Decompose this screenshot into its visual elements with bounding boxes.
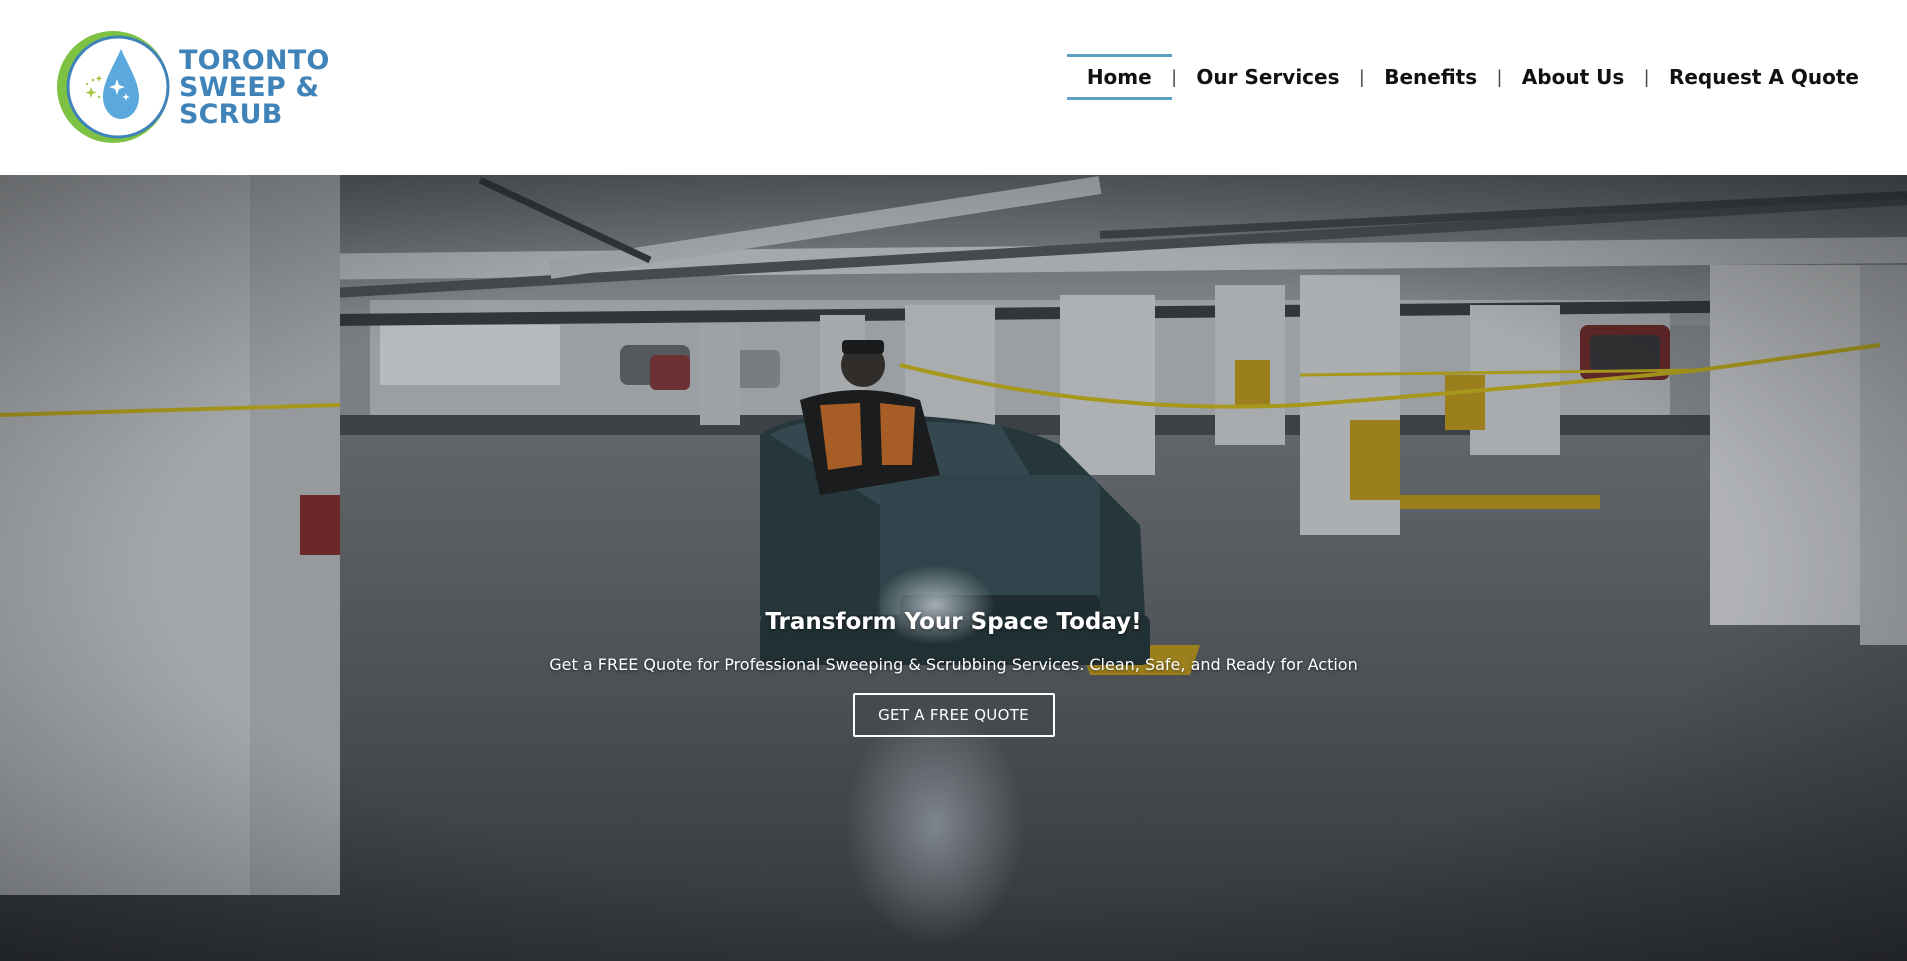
hero-subtitle: Get a FREE Quote for Professional Sweepi…	[549, 655, 1358, 674]
nav-item-our-services[interactable]: Our Services	[1176, 54, 1359, 100]
get-free-quote-button[interactable]: GET A FREE QUOTE	[852, 693, 1055, 737]
site-logo[interactable]: TORONTO SWEEP & SCRUB	[53, 27, 329, 147]
brand-name-line: SWEEP &	[179, 71, 320, 103]
hero-section: Transform Your Space Today! Get a FREE Q…	[0, 175, 1907, 961]
brand-name-line: SCRUB	[179, 98, 283, 130]
nav-item-about-us[interactable]: About Us	[1502, 54, 1644, 100]
site-header: TORONTO SWEEP & SCRUB Home | Our Service…	[0, 0, 1907, 175]
brand-name: TORONTO SWEEP & SCRUB	[179, 47, 329, 128]
hero-title: Transform Your Space Today!	[765, 609, 1142, 635]
nav-item-benefits[interactable]: Benefits	[1364, 54, 1497, 100]
nav-item-request-a-quote[interactable]: Request A Quote	[1649, 54, 1879, 100]
nav-item-home[interactable]: Home	[1066, 54, 1172, 100]
brand-name-line: TORONTO	[179, 44, 330, 76]
hero-overlay	[0, 175, 1907, 961]
main-nav: Home | Our Services | Benefits | About U…	[1066, 54, 1879, 100]
hero-content: Transform Your Space Today! Get a FREE Q…	[0, 605, 1907, 737]
water-drop-logo-icon	[57, 31, 170, 143]
